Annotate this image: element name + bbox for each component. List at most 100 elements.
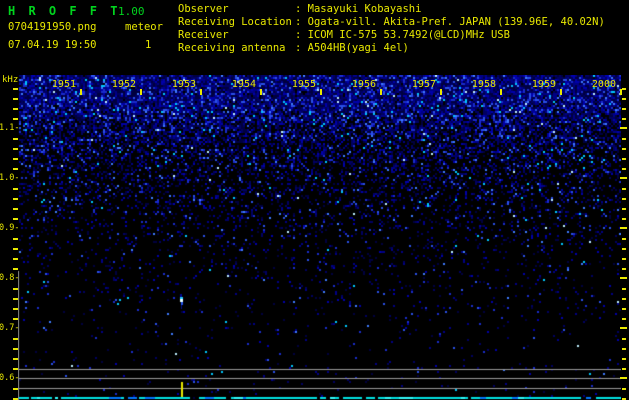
y-minor-tick-left	[13, 138, 18, 140]
x-minute-tick	[560, 89, 562, 95]
y-minor-tick-left	[13, 318, 18, 320]
y-minor-tick-left	[13, 248, 18, 250]
y-minor-tick-right	[622, 338, 626, 340]
x-tick-label: 1959	[524, 79, 556, 90]
header-field-row: Receiving antenna: A504HB(yagi 4el)	[178, 42, 409, 55]
header-field-row: Observer: Masayuki Kobayashi	[178, 3, 421, 16]
y-major-tick-right	[620, 127, 627, 129]
field-value: A504HB(yagi 4el)	[308, 42, 409, 54]
y-minor-tick-left	[13, 348, 18, 350]
y-minor-tick-left	[13, 168, 18, 170]
spectrogram-canvas	[18, 75, 621, 400]
field-value: Masayuki Kobayashi	[308, 3, 422, 15]
y-minor-tick-left	[13, 208, 18, 210]
y-minor-tick-right	[622, 138, 626, 140]
x-tick-label: 1951	[44, 79, 76, 90]
y-minor-tick-left	[13, 98, 18, 100]
y-minor-tick-left	[13, 218, 18, 220]
freq-axis-unit: kHz	[2, 75, 18, 85]
y-minor-tick-left	[13, 88, 18, 90]
x-minute-tick	[140, 89, 142, 95]
field-value: ICOM IC-575 53.7492(@LCD)MHz USB	[308, 29, 510, 41]
y-minor-tick-right	[622, 168, 626, 170]
y-minor-tick-right	[622, 188, 626, 190]
x-tick-label: 1956	[344, 79, 376, 90]
header-field-row: Receiver: ICOM IC-575 53.7492(@LCD)MHz U…	[178, 29, 510, 42]
header-field-row: Receiving Location: Ogata-vill. Akita-Pr…	[178, 16, 605, 29]
field-colon: :	[295, 16, 301, 28]
y-minor-tick-left	[13, 158, 18, 160]
x-minute-tick	[320, 89, 322, 95]
y-major-tick-right	[620, 227, 627, 229]
x-tick-label: 2000	[584, 79, 616, 90]
y-major-tick-right	[620, 277, 627, 279]
output-filename: 0704191950.png	[8, 21, 97, 34]
y-minor-tick-right	[622, 348, 626, 350]
y-tick-label: 0.7-	[0, 323, 19, 333]
y-minor-tick-right	[622, 108, 626, 110]
app-title: H R O F F T	[8, 4, 120, 18]
y-major-tick-right	[620, 327, 627, 329]
field-label: Receiving Location	[178, 16, 295, 28]
y-minor-tick-left	[13, 118, 18, 120]
y-minor-tick-right	[622, 148, 626, 150]
y-minor-tick-right	[622, 258, 626, 260]
x-tick-label: 1955	[284, 79, 316, 90]
y-tick-label: 0.9-	[0, 223, 19, 233]
field-label: Receiving antenna	[178, 42, 295, 54]
x-minute-tick	[440, 89, 442, 95]
x-minute-tick	[620, 89, 622, 95]
field-label: Observer	[178, 3, 295, 15]
y-minor-tick-right	[622, 198, 626, 200]
y-minor-tick-left	[13, 368, 18, 370]
x-tick-label: 1954	[224, 79, 256, 90]
y-minor-tick-left	[13, 358, 18, 360]
x-tick-label: 1952	[104, 79, 136, 90]
y-minor-tick-left	[13, 108, 18, 110]
app-version: 1.00	[118, 5, 145, 18]
y-minor-tick-left	[13, 188, 18, 190]
field-colon: :	[295, 3, 301, 15]
y-minor-tick-right	[622, 308, 626, 310]
y-minor-tick-right	[622, 88, 626, 90]
y-minor-tick-right	[622, 118, 626, 120]
y-minor-tick-right	[622, 288, 626, 290]
y-minor-tick-left	[13, 288, 18, 290]
y-minor-tick-left	[13, 258, 18, 260]
y-major-tick-right	[620, 177, 627, 179]
y-minor-tick-right	[622, 218, 626, 220]
y-minor-tick-right	[622, 248, 626, 250]
y-minor-tick-left	[13, 238, 18, 240]
x-minute-tick	[500, 89, 502, 95]
field-colon: :	[295, 42, 301, 54]
y-minor-tick-right	[622, 238, 626, 240]
y-major-tick-right	[620, 377, 627, 379]
y-minor-tick-left	[13, 148, 18, 150]
y-minor-tick-left	[13, 338, 18, 340]
x-minute-tick	[260, 89, 262, 95]
x-tick-label: 1957	[404, 79, 436, 90]
y-minor-tick-right	[622, 98, 626, 100]
y-minor-tick-left	[13, 268, 18, 270]
y-minor-tick-right	[622, 388, 626, 390]
y-minor-tick-right	[622, 318, 626, 320]
y-minor-tick-left	[13, 308, 18, 310]
y-minor-tick-left	[13, 198, 18, 200]
y-minor-tick-right	[622, 208, 626, 210]
field-colon: :	[295, 29, 301, 41]
y-minor-tick-right	[622, 268, 626, 270]
echo-count-label: 1	[145, 39, 151, 52]
y-minor-tick-left	[13, 388, 18, 390]
y-tick-label: 0.8-	[0, 273, 19, 283]
field-label: Receiver	[178, 29, 295, 41]
y-minor-tick-right	[622, 358, 626, 360]
field-value: Ogata-vill. Akita-Pref. JAPAN (139.96E, …	[308, 16, 605, 28]
x-minute-tick	[200, 89, 202, 95]
x-minute-tick	[380, 89, 382, 95]
x-tick-label: 1958	[464, 79, 496, 90]
y-tick-label: 1.0-	[0, 173, 19, 183]
y-minor-tick-left	[13, 298, 18, 300]
y-minor-tick-right	[622, 298, 626, 300]
x-tick-label: 1953	[164, 79, 196, 90]
y-tick-label: 1.1-	[0, 123, 19, 133]
